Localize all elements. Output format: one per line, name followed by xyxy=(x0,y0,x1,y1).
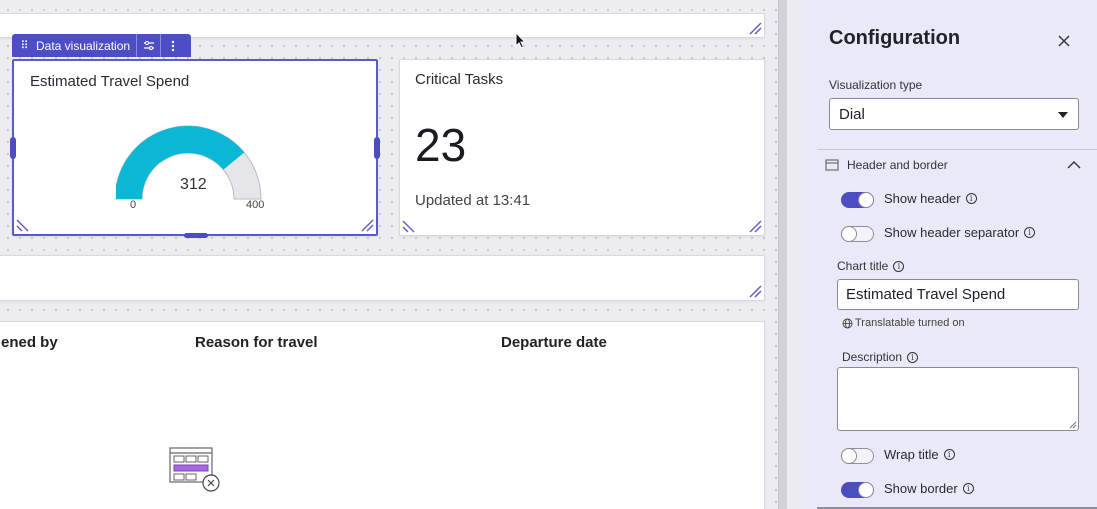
chart-title-label: Chart title xyxy=(837,259,889,273)
tasks-card-title: Critical Tasks xyxy=(415,71,504,88)
info-icon[interactable]: i xyxy=(893,260,905,272)
chevron-up-icon[interactable] xyxy=(1067,160,1081,170)
description-textarea[interactable] xyxy=(837,367,1079,431)
info-icon[interactable]: i xyxy=(965,193,977,204)
window-frame-icon xyxy=(825,159,839,171)
info-icon[interactable]: i xyxy=(943,449,955,460)
widget-toolbar: ⠿ Data visualization xyxy=(12,34,191,57)
drag-grip-icon[interactable]: ⠿ xyxy=(12,39,36,52)
panel-title: Configuration xyxy=(829,27,961,49)
info-icon[interactable]: i xyxy=(962,483,974,494)
dashboard-canvas: ⠿ Data visualization Estimated Travel Sp… xyxy=(0,0,778,509)
empty-table-icon xyxy=(169,447,220,492)
column-header-reason[interactable]: Reason for travel xyxy=(195,334,318,351)
section-title: Header and border xyxy=(847,158,948,172)
dial-card-title: Estimated Travel Spend xyxy=(30,73,190,90)
resize-handle-right[interactable] xyxy=(374,137,380,159)
resize-handle-bottom[interactable] xyxy=(184,233,208,238)
show-header-separator-label: Show header separator xyxy=(884,225,1020,240)
show-header-separator-toggle[interactable] xyxy=(841,226,874,242)
mouse-pointer-icon xyxy=(515,32,527,49)
dial-widget-card[interactable]: Estimated Travel Spend 312 0 400 xyxy=(10,59,380,238)
column-header-departure[interactable]: Departure date xyxy=(501,334,607,351)
panel-splitter[interactable] xyxy=(778,0,787,509)
tasks-count: 23 xyxy=(415,119,467,171)
dial-max-label: 400 xyxy=(246,199,265,211)
divider xyxy=(817,149,1097,150)
splitter-gap xyxy=(787,0,801,509)
visualization-type-value: Dial xyxy=(839,106,865,123)
globe-icon xyxy=(842,318,853,328)
column-header-opened-by[interactable]: ened by xyxy=(1,334,58,351)
chevron-down-icon xyxy=(1058,112,1068,118)
resize-handle-left[interactable] xyxy=(10,137,16,159)
widget-type-label: Data visualization xyxy=(36,38,131,53)
resize-corner-icon[interactable] xyxy=(402,219,416,233)
more-vertical-icon xyxy=(171,40,174,51)
chart-title-input[interactable] xyxy=(837,279,1079,310)
textarea-resize-grip-icon[interactable] xyxy=(1069,421,1077,429)
resize-corner-icon[interactable] xyxy=(360,218,374,232)
show-border-toggle[interactable] xyxy=(841,482,874,498)
widget-more-button[interactable] xyxy=(160,34,184,57)
travel-table-card[interactable]: ened by Reason for travel Departure date xyxy=(0,321,765,509)
show-header-separator-label-row: Show header separator i xyxy=(884,225,1036,240)
middle-card-partial[interactable] xyxy=(0,255,765,301)
wrap-title-toggle[interactable] xyxy=(841,448,874,464)
resize-corner-icon[interactable] xyxy=(16,218,30,232)
configuration-panel: Configuration Visualization type Dial He… xyxy=(801,0,1097,509)
chart-title-label-row: Chart title i xyxy=(837,259,905,273)
visualization-type-label: Visualization type xyxy=(829,78,923,92)
show-border-label: Show border xyxy=(884,481,958,496)
info-icon[interactable]: i xyxy=(1024,227,1036,238)
tasks-updated-time: Updated at 13:41 xyxy=(415,192,531,209)
resize-corner-icon[interactable] xyxy=(748,219,762,233)
translatable-text: Translatable turned on xyxy=(855,317,965,329)
show-header-toggle[interactable] xyxy=(841,192,874,208)
resize-corner-icon[interactable] xyxy=(748,284,762,298)
dial-value: 312 xyxy=(180,176,207,193)
translatable-note: Translatable turned on xyxy=(842,317,965,329)
section-header-and-border[interactable]: Header and border xyxy=(825,158,948,172)
sliders-icon xyxy=(143,40,154,51)
show-header-label: Show header xyxy=(884,191,961,206)
description-label: Description xyxy=(842,350,903,364)
wrap-title-label: Wrap title xyxy=(884,447,939,462)
critical-tasks-card[interactable]: Critical Tasks 23 Updated at 13:41 xyxy=(399,59,765,236)
widget-settings-button[interactable] xyxy=(136,34,160,57)
show-header-label-row: Show header i xyxy=(884,191,977,206)
wrap-title-label-row: Wrap title i xyxy=(884,447,955,462)
resize-corner-icon[interactable] xyxy=(748,21,762,35)
dial-min-label: 0 xyxy=(130,199,137,211)
info-icon[interactable]: i xyxy=(907,351,919,363)
close-icon[interactable] xyxy=(1055,32,1073,50)
visualization-type-select[interactable]: Dial xyxy=(829,98,1079,130)
show-border-label-row: Show border i xyxy=(884,481,974,496)
description-label-row: Description i xyxy=(842,350,919,364)
